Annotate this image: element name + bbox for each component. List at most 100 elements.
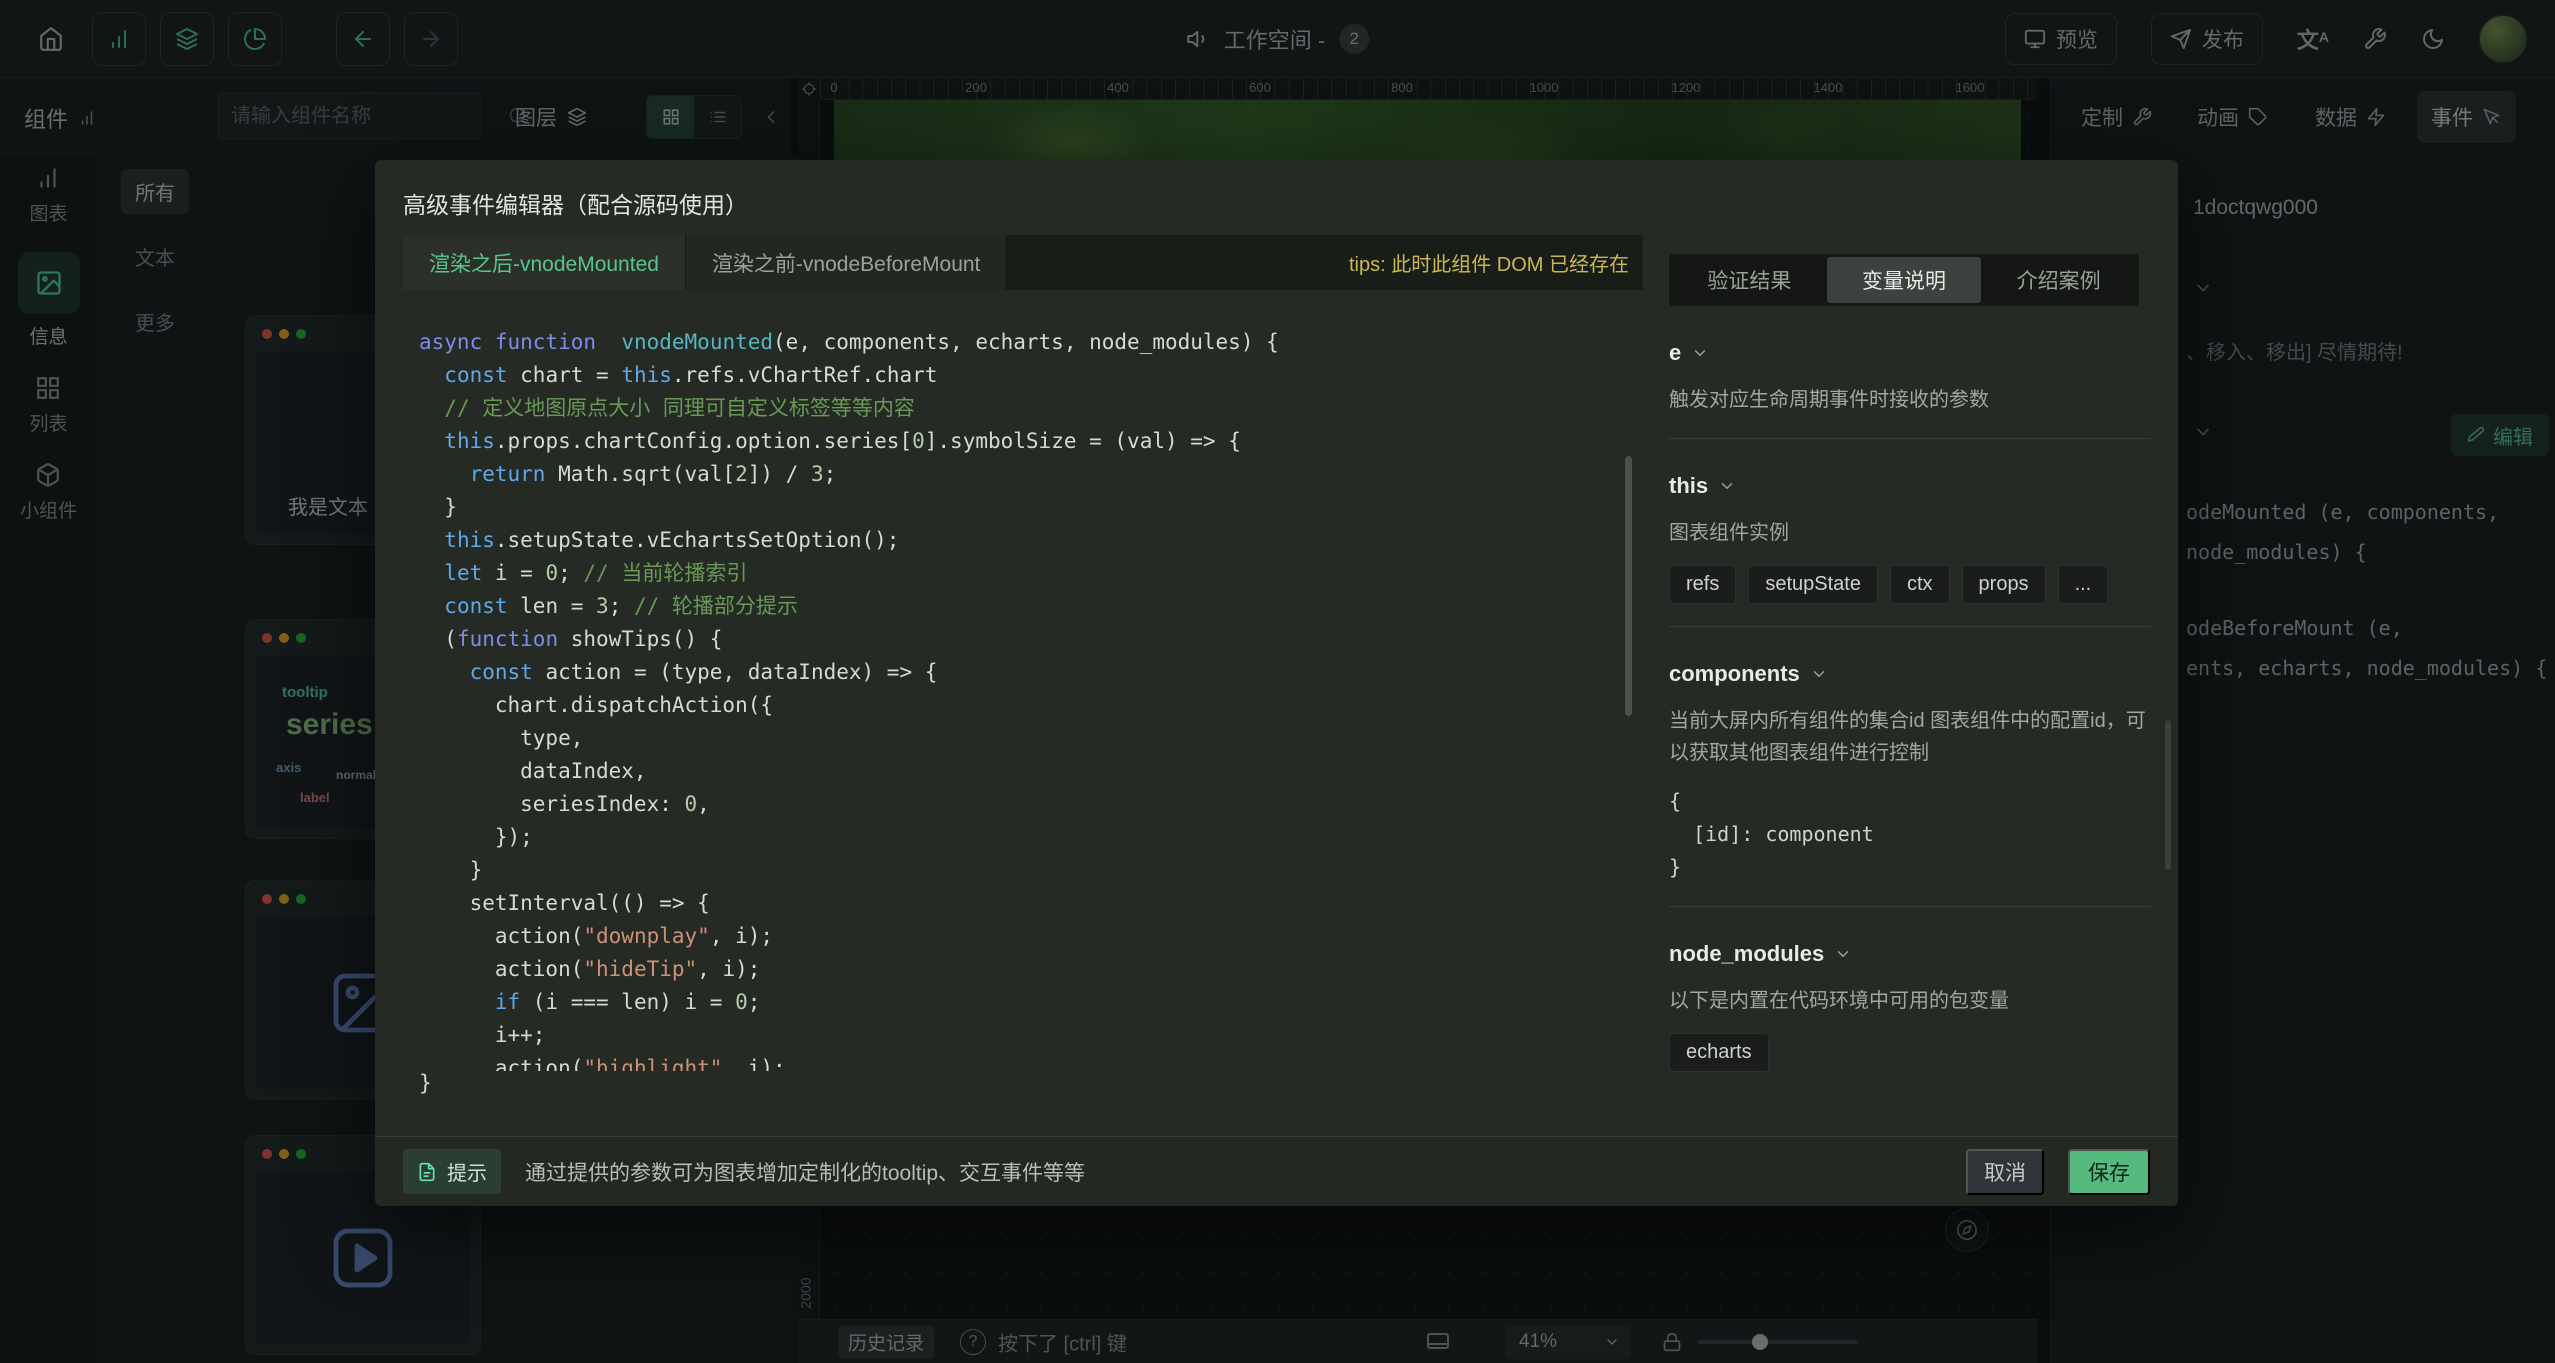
- code-token: vnodeMounted: [621, 330, 773, 354]
- code-token: 2: [735, 462, 748, 486]
- code-token: [419, 990, 495, 1014]
- doc-tabs: 验证结果 变量说明 介绍案例: [1669, 254, 2139, 306]
- code-editor[interactable]: async function vnodeMounted(e, component…: [403, 326, 1614, 1071]
- code-token: ].symbolSize = (val) => {: [925, 429, 1241, 453]
- code-line: type,: [419, 722, 1614, 755]
- code-token: [419, 363, 444, 387]
- section-e-desc: 触发对应生命周期事件时接收的参数: [1669, 384, 2151, 416]
- chevron-down-icon: [1810, 665, 1828, 683]
- chevron-down-icon: [1691, 344, 1709, 362]
- code-line: action("downplay", i);: [419, 920, 1614, 953]
- chip[interactable]: ...: [2058, 565, 2109, 604]
- tab-validate-result[interactable]: 验证结果: [1672, 257, 1827, 303]
- tip-chip: 提示: [403, 1149, 501, 1194]
- tab-variable-doc[interactable]: 变量说明: [1827, 257, 1982, 303]
- code-line: let i = 0; // 当前轮播索引: [419, 557, 1614, 590]
- code-token: i =: [482, 561, 545, 585]
- tips-text: tips: 此时此组件 DOM 已经存在: [1349, 248, 1643, 277]
- code-line: // 定义地图原点大小 同理可自定义标签等等内容: [419, 392, 1614, 425]
- app: 工作空间 - 2 预览 发布 文A 组件: [0, 0, 2555, 1363]
- event-editor-modal: 高级事件编辑器（配合源码使用） 渲染之后-vnodeMounted 渲染之前-v…: [375, 160, 2178, 1206]
- code-token: "highlight": [583, 1056, 722, 1071]
- code-line: action("hideTip", i);: [419, 953, 1614, 986]
- code-token: chart.dispatchAction({: [419, 693, 773, 717]
- code-token: 0: [685, 792, 698, 816]
- code-token: const: [444, 594, 507, 618]
- code-line: return Math.sqrt(val[2]) / 3;: [419, 458, 1614, 491]
- code-token: (i === len) i =: [520, 990, 735, 1014]
- code-token: action(: [419, 1056, 583, 1071]
- node-modules-chips: echarts: [1669, 1033, 2151, 1072]
- code-token: 3: [811, 462, 824, 486]
- code-token: seriesIndex:: [419, 792, 685, 816]
- section-node-modules[interactable]: node_modules: [1669, 941, 2151, 967]
- code-token: , i);: [697, 957, 760, 981]
- code-token: function: [457, 627, 558, 651]
- section-e[interactable]: e: [1669, 340, 2151, 366]
- code-token: }: [419, 495, 457, 519]
- code-line: setInterval(() => {: [419, 887, 1614, 920]
- code-token: 0: [912, 429, 925, 453]
- code-line: const action = (type, dataIndex) => {: [419, 656, 1614, 689]
- modal-title: 高级事件编辑器（配合源码使用）: [403, 186, 748, 220]
- code-line: const chart = this.refs.vChartRef.chart: [419, 359, 1614, 392]
- code-token: , i);: [722, 1056, 785, 1071]
- code-token: .props.chartConfig.option.series[: [495, 429, 912, 453]
- code-token: const: [444, 363, 507, 387]
- code-token: ;: [748, 990, 761, 1014]
- tab-vnode-mounted[interactable]: 渲染之后-vnodeMounted: [403, 235, 686, 290]
- code-token: type,: [419, 726, 583, 750]
- code-line: const len = 3; // 轮播部分提示: [419, 590, 1614, 623]
- this-property-chips: refs setupState ctx props ...: [1669, 565, 2151, 604]
- chip[interactable]: ctx: [1890, 565, 1950, 604]
- cancel-button[interactable]: 取消: [1966, 1149, 2044, 1195]
- save-button[interactable]: 保存: [2068, 1149, 2150, 1195]
- chip[interactable]: refs: [1669, 565, 1736, 604]
- code-line: });: [419, 821, 1614, 854]
- code-token: });: [419, 825, 533, 849]
- chip[interactable]: echarts: [1669, 1033, 1769, 1072]
- code-token: 3: [596, 594, 609, 618]
- code-token: [419, 594, 444, 618]
- components-code-sample: { [id]: component}: [1669, 785, 2151, 884]
- code-token: i++;: [419, 1023, 545, 1047]
- code-token: Math.sqrt(val[: [545, 462, 735, 486]
- tab-intro-case[interactable]: 介绍案例: [1981, 257, 2136, 303]
- code-token: , i);: [710, 924, 773, 948]
- code-line: this.props.chartConfig.option.series[0].…: [419, 425, 1614, 458]
- code-token: // 轮播部分提示: [634, 594, 798, 618]
- section-this[interactable]: this: [1669, 473, 2151, 499]
- document-icon: [417, 1162, 437, 1182]
- code-token: "downplay": [583, 924, 709, 948]
- code-token: // 当前轮播索引: [583, 561, 747, 585]
- code-token: action(: [419, 924, 583, 948]
- code-line: }: [419, 854, 1614, 887]
- section-node-modules-desc: 以下是内置在代码环境中可用的包变量: [1669, 985, 2151, 1017]
- code-line: }: [419, 491, 1614, 524]
- code-line: dataIndex,: [419, 755, 1614, 788]
- code-token: return: [470, 462, 546, 486]
- code-line: action("highlight", i);: [419, 1052, 1614, 1071]
- code-line: if (i === len) i = 0;: [419, 986, 1614, 1019]
- code-line: i++;: [419, 1019, 1614, 1052]
- chip[interactable]: props: [1962, 565, 2046, 604]
- section-components[interactable]: components: [1669, 661, 2151, 687]
- code-token: (: [419, 627, 457, 651]
- tab-vnode-before-mount[interactable]: 渲染之前-vnodeBeforeMount: [686, 235, 1007, 290]
- code-token: [419, 660, 470, 684]
- side-panel-scrollbar[interactable]: [2165, 720, 2171, 870]
- editor-scrollbar[interactable]: [1625, 456, 1632, 716]
- code-line: async function vnodeMounted(e, component…: [419, 326, 1614, 359]
- code-token: [419, 561, 444, 585]
- code-token: if: [495, 990, 520, 1014]
- event-editor-tabbar: 渲染之后-vnodeMounted 渲染之前-vnodeBeforeMount …: [403, 235, 1643, 290]
- code-token: ;: [824, 462, 837, 486]
- code-token: ]) /: [748, 462, 811, 486]
- code-line: seriesIndex: 0,: [419, 788, 1614, 821]
- modal-footer: 提示 通过提供的参数可为图表增加定制化的tooltip、交互事件等等 取消 保存: [375, 1136, 2178, 1206]
- code-token: 0: [545, 561, 558, 585]
- code-token: setInterval(() => {: [419, 891, 710, 915]
- code-line: (function showTips() {: [419, 623, 1614, 656]
- chip[interactable]: setupState: [1748, 565, 1878, 604]
- tip-text: 通过提供的参数可为图表增加定制化的tooltip、交互事件等等: [525, 1157, 1085, 1187]
